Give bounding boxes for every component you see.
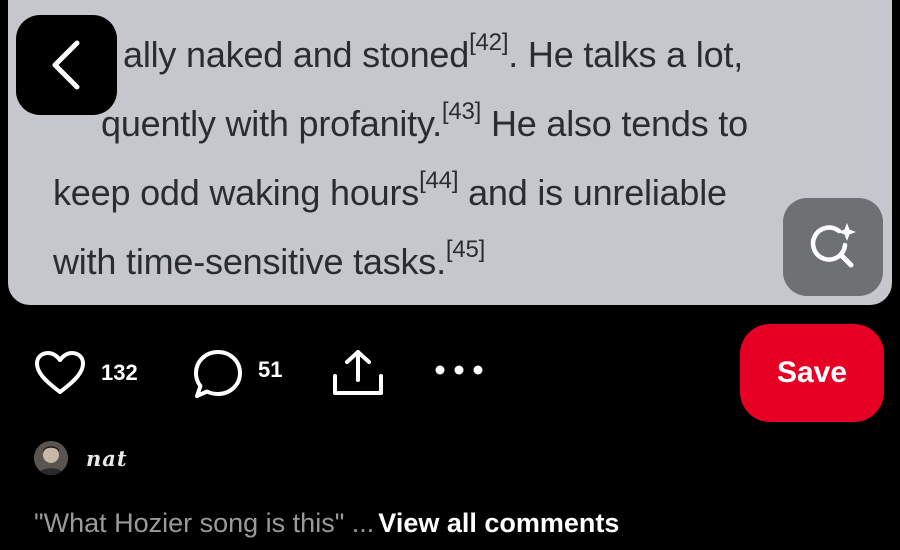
avatar-image (34, 441, 68, 475)
heart-icon (35, 351, 85, 394)
save-button[interactable]: Save (740, 324, 884, 422)
comment-bubble-icon (194, 350, 242, 398)
like-count: 132 (101, 360, 138, 385)
pin-text-line: keep odd waking hours[44] and is unrelia… (53, 167, 727, 213)
pin-image[interactable]: ally naked and stoned[42]. He talks a lo… (8, 0, 892, 305)
pin-image-text: ally naked and stoned[42]. He talks a lo… (53, 16, 853, 292)
action-bar: 132 51 Save (0, 320, 900, 422)
pinner-name[interactable]: nat (86, 446, 128, 471)
pin-text-line: ally naked and stoned[42]. He talks a lo… (123, 29, 743, 75)
more-options-icon (435, 365, 483, 375)
like-button[interactable]: 132 (34, 350, 138, 396)
comments-preview-row[interactable]: "What Hozier song is this" ... View all c… (34, 508, 619, 539)
share-button[interactable] (330, 348, 386, 398)
pin-text-line: with time-sensitive tasks.[45] (53, 236, 486, 282)
more-options-button[interactable] (434, 364, 484, 376)
comment-button[interactable]: 51 (192, 348, 282, 400)
back-chevron-icon (52, 40, 79, 90)
comment-count: 51 (258, 357, 283, 382)
pin-text-line: quently with profanity.[43] He also tend… (101, 98, 748, 144)
back-button[interactable] (16, 15, 117, 115)
comment-preview-text: "What Hozier song is this" ... (34, 508, 375, 538)
visual-search-button[interactable] (783, 198, 883, 296)
avatar[interactable] (34, 441, 68, 475)
visual-search-icon (810, 223, 856, 268)
share-icon (333, 350, 383, 395)
view-all-comments-link[interactable]: View all comments (378, 508, 619, 538)
pinner-row[interactable]: nat (34, 441, 128, 475)
